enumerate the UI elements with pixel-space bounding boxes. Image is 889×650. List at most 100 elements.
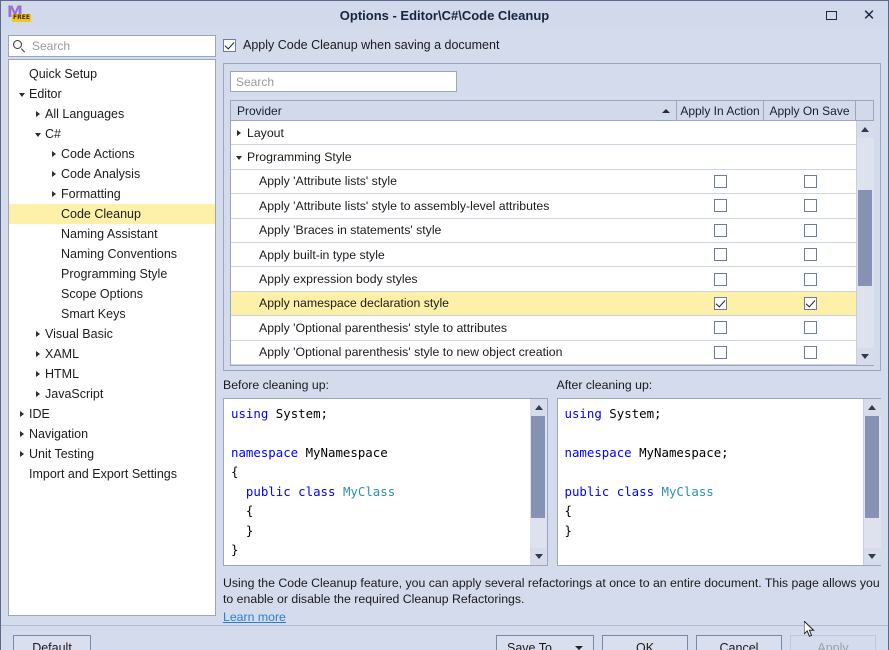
sidebar-item-programming-style[interactable]: Programming Style: [9, 264, 215, 284]
table-row[interactable]: Apply namespace declaration style: [231, 292, 856, 316]
chevron-down-icon[interactable]: [31, 131, 45, 137]
sidebar-item-naming-assistant[interactable]: Naming Assistant: [9, 224, 215, 244]
sidebar-item-smart-keys[interactable]: Smart Keys: [9, 304, 215, 324]
apply-in-action-checkbox[interactable]: [714, 224, 727, 237]
apply-on-save-checkbox[interactable]: [804, 175, 817, 188]
scroll-down-button[interactable]: [857, 348, 874, 365]
sidebar-item-xaml[interactable]: XAML: [9, 344, 215, 364]
sidebar-item-html[interactable]: HTML: [9, 364, 215, 384]
before-scroll-down-button[interactable]: [530, 548, 547, 565]
apply-in-action-checkbox[interactable]: [714, 199, 727, 212]
table-row[interactable]: Apply built-in type style: [231, 243, 856, 267]
apply-in-action-checkbox[interactable]: [714, 175, 727, 188]
sidebar-item-navigation[interactable]: Navigation: [9, 424, 215, 444]
table-row[interactable]: Apply 'Optional parenthesis' style to ne…: [231, 341, 856, 365]
sidebar-item-label: Naming Conventions: [61, 247, 177, 261]
apply-on-save-checkbox[interactable]: [804, 273, 817, 286]
apply-on-save-checkbox[interactable]: [804, 346, 817, 359]
chevron-right-icon[interactable]: [15, 451, 29, 457]
sidebar-item-ide[interactable]: IDE: [9, 404, 215, 424]
chevron-right-icon[interactable]: [15, 411, 29, 417]
chevron-right-icon[interactable]: [31, 391, 45, 397]
sidebar-item-code-analysis[interactable]: Code Analysis: [9, 164, 215, 184]
sidebar-item-naming-conventions[interactable]: Naming Conventions: [9, 244, 215, 264]
chevron-right-icon[interactable]: [31, 111, 45, 117]
apply-on-save-checkbox[interactable]: [804, 248, 817, 261]
table-row[interactable]: Layout: [231, 121, 856, 145]
after-scroll-up-button[interactable]: [864, 399, 881, 416]
default-button[interactable]: Default: [13, 635, 91, 650]
column-header-provider[interactable]: Provider: [231, 101, 677, 120]
sidebar-item-label: JavaScript: [45, 387, 103, 401]
sidebar-item-quick-setup[interactable]: Quick Setup: [9, 64, 215, 84]
sidebar-item-formatting[interactable]: Formatting: [9, 184, 215, 204]
sidebar-item-c[interactable]: C#: [9, 124, 215, 144]
chevron-right-icon[interactable]: [31, 351, 45, 357]
sidebar-item-import-and-export-settings[interactable]: Import and Export Settings: [9, 464, 215, 484]
after-scrollbar-thumb[interactable]: [865, 416, 879, 518]
apply-on-save-checkbox[interactable]: [804, 297, 817, 310]
ok-button[interactable]: OK: [602, 635, 688, 650]
column-header-apply-on-save[interactable]: Apply On Save: [764, 101, 856, 120]
apply-on-save-checkbox-cell: [764, 346, 856, 359]
chevron-right-icon[interactable]: [31, 371, 45, 377]
maximize-button[interactable]: [812, 1, 850, 29]
apply-on-save-checkbox[interactable]: [804, 224, 817, 237]
chevron-right-icon[interactable]: [231, 130, 247, 136]
provider-grid-scrollbar[interactable]: [856, 121, 873, 365]
apply-on-save-checkbox[interactable]: [804, 321, 817, 334]
sidebar-item-visual-basic[interactable]: Visual Basic: [9, 324, 215, 344]
close-button[interactable]: ✕: [850, 1, 888, 29]
apply-in-action-checkbox[interactable]: [714, 346, 727, 359]
provider-name: Apply expression body styles: [259, 272, 418, 286]
provider-search-input[interactable]: [230, 71, 457, 92]
chevron-right-icon[interactable]: [47, 191, 61, 197]
scroll-up-button[interactable]: [857, 121, 874, 138]
column-header-apply-in-action[interactable]: Apply In Action: [677, 101, 764, 120]
apply-on-save-row[interactable]: Apply Code Cleanup when saving a documen…: [223, 35, 881, 55]
after-scroll-down-button[interactable]: [864, 548, 881, 565]
table-row[interactable]: Apply 'Attribute lists' style: [231, 170, 856, 194]
scrollbar-track[interactable]: [857, 138, 874, 348]
search-input[interactable]: [30, 38, 211, 54]
sidebar-search[interactable]: [8, 35, 216, 57]
table-row[interactable]: Apply 'Optional parenthesis' style to at…: [231, 316, 856, 340]
sidebar-item-code-actions[interactable]: Code Actions: [9, 144, 215, 164]
table-row[interactable]: Apply expression body styles: [231, 267, 856, 291]
apply-in-action-checkbox[interactable]: [714, 297, 727, 310]
sidebar-item-editor[interactable]: Editor: [9, 84, 215, 104]
before-preview-scrollbar[interactable]: [530, 399, 547, 565]
after-scrollbar-track[interactable]: [864, 416, 881, 548]
provider-grid-rows[interactable]: LayoutProgramming StyleApply 'Attribute …: [231, 121, 856, 365]
chevron-down-icon[interactable]: [231, 154, 247, 160]
after-preview-scrollbar[interactable]: [863, 399, 880, 565]
sidebar-item-unit-testing[interactable]: Unit Testing: [9, 444, 215, 464]
chevron-right-icon[interactable]: [47, 171, 61, 177]
apply-code-cleanup-checkbox[interactable]: [223, 39, 236, 52]
table-row[interactable]: Programming Style: [231, 145, 856, 169]
sidebar-item-javascript[interactable]: JavaScript: [9, 384, 215, 404]
before-scrollbar-thumb[interactable]: [531, 416, 545, 518]
apply-in-action-checkbox[interactable]: [714, 321, 727, 334]
apply-in-action-checkbox[interactable]: [714, 248, 727, 261]
cancel-button[interactable]: Cancel: [696, 635, 782, 650]
before-scroll-up-button[interactable]: [530, 399, 547, 416]
learn-more-link[interactable]: Learn more: [223, 609, 286, 625]
apply-on-save-checkbox[interactable]: [804, 199, 817, 212]
sidebar-item-scope-options[interactable]: Scope Options: [9, 284, 215, 304]
table-row[interactable]: Apply 'Braces in statements' style: [231, 219, 856, 243]
sidebar-item-label: Formatting: [61, 187, 121, 201]
table-row[interactable]: Apply 'Attribute lists' style to assembl…: [231, 194, 856, 218]
settings-tree[interactable]: Quick SetupEditorAll LanguagesC#Code Act…: [8, 59, 216, 616]
chevron-right-icon[interactable]: [31, 331, 45, 337]
scrollbar-thumb[interactable]: [858, 190, 872, 286]
sidebar-item-code-cleanup[interactable]: Code Cleanup: [9, 204, 215, 224]
chevron-down-icon[interactable]: [15, 91, 29, 97]
apply-in-action-checkbox[interactable]: [714, 273, 727, 286]
apply-button[interactable]: Apply: [790, 635, 876, 650]
before-scrollbar-track[interactable]: [530, 416, 547, 548]
chevron-right-icon[interactable]: [47, 151, 61, 157]
sidebar-item-all-languages[interactable]: All Languages: [9, 104, 215, 124]
chevron-right-icon[interactable]: [15, 431, 29, 437]
save-to-button[interactable]: Save To: [496, 635, 594, 650]
